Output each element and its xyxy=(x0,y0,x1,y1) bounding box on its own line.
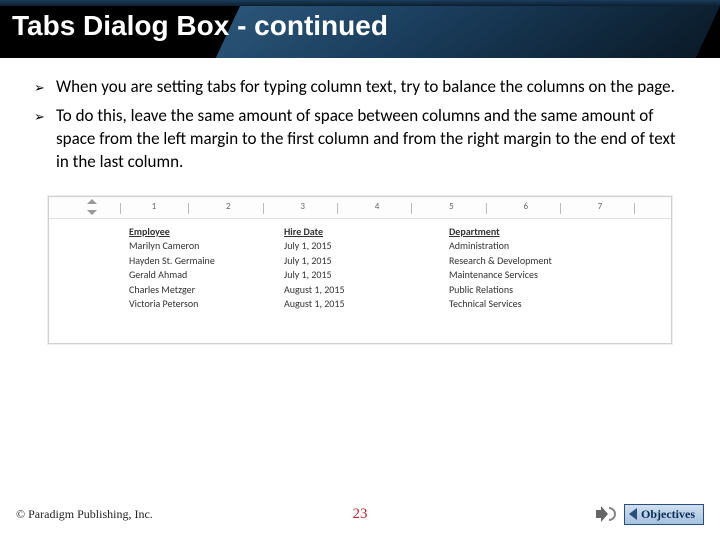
slide: Tabs Dialog Box - continued ➢ When you ar… xyxy=(0,0,720,540)
word-ruler-screenshot: 1 2 3 4 5 6 7 Employee Hire Date Departm… xyxy=(48,196,672,344)
footer-right: Objectives xyxy=(596,504,704,525)
ruler-ticks: 1 2 3 4 5 6 7 xyxy=(91,197,663,218)
bullet-item: ➢ When you are setting tabs for typing co… xyxy=(34,76,686,99)
ruler-number: 4 xyxy=(375,201,380,212)
bullet-text: To do this, leave the same amount of spa… xyxy=(56,105,676,172)
bullet-list: ➢ When you are setting tabs for typing co… xyxy=(34,76,686,174)
ruler-number: 6 xyxy=(523,201,528,212)
arrow-icon: ➢ xyxy=(34,80,45,98)
ruler: 1 2 3 4 5 6 7 xyxy=(49,197,671,219)
ruler-number: 3 xyxy=(300,201,305,212)
col-header: Employee xyxy=(49,225,284,240)
document-body: Employee Hire Date Department Marilyn Ca… xyxy=(49,219,671,312)
ruler-number: 5 xyxy=(449,201,454,212)
ruler-number: 1 xyxy=(152,201,157,212)
table-row: Charles MetzgerAugust 1, 2015Public Rela… xyxy=(49,283,671,298)
table-row: Marilyn CameronJuly 1, 2015Administratio… xyxy=(49,239,671,254)
table-row: Hayden St. GermaineJuly 1, 2015Research … xyxy=(49,254,671,269)
slide-title: Tabs Dialog Box - continued xyxy=(12,10,388,42)
ruler-number: 7 xyxy=(598,201,603,212)
triangle-left-icon xyxy=(629,508,637,520)
table-header-row: Employee Hire Date Department xyxy=(49,225,671,240)
col-header: Hire Date xyxy=(284,225,449,240)
bullet-text: When you are setting tabs for typing col… xyxy=(56,76,675,97)
table-row: Victoria PetersonAugust 1, 2015Technical… xyxy=(49,297,671,312)
ruler-number: 2 xyxy=(226,201,231,212)
table-row: Gerald AhmadJuly 1, 2015Maintenance Serv… xyxy=(49,268,671,283)
col-header: Department xyxy=(449,225,671,240)
copyright-text: © Paradigm Publishing, Inc. xyxy=(16,507,153,522)
content-area: ➢ When you are setting tabs for typing co… xyxy=(0,58,720,540)
speaker-icon[interactable] xyxy=(596,505,616,523)
objectives-button[interactable]: Objectives xyxy=(624,504,704,525)
nav-label: Objectives xyxy=(641,507,695,522)
title-bar: Tabs Dialog Box - continued xyxy=(0,0,720,58)
footer: © Paradigm Publishing, Inc. 23 Objective… xyxy=(0,500,720,528)
page-number: 23 xyxy=(353,506,368,523)
bullet-item: ➢ To do this, leave the same amount of sp… xyxy=(34,105,686,174)
arrow-icon: ➢ xyxy=(34,109,45,127)
